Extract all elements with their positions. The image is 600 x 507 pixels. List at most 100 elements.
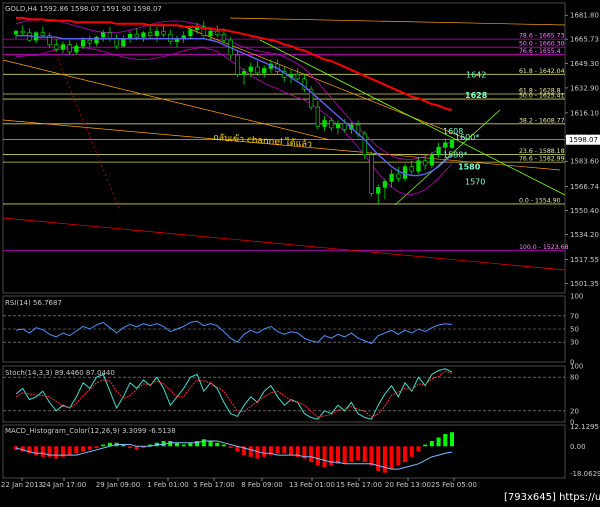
candle-body[interactable] — [255, 66, 260, 74]
candle-body[interactable] — [376, 187, 381, 194]
candle-body[interactable] — [20, 30, 25, 34]
macd-bar — [54, 446, 59, 459]
macd-bar — [134, 446, 139, 450]
candle-body[interactable] — [40, 32, 45, 37]
candle-body[interactable] — [429, 154, 435, 166]
candle-body[interactable] — [443, 142, 448, 148]
stochastic-tick-label: 100 — [570, 363, 583, 371]
candle-body[interactable] — [369, 154, 374, 194]
candles[interactable] — [13, 20, 455, 204]
macd-bar — [208, 441, 213, 447]
fib-level-label: 61.8 - 1642.04 — [519, 68, 565, 75]
candle-body[interactable] — [436, 146, 441, 155]
price-tick-label: 1583.60 — [570, 158, 599, 166]
macd-bar — [349, 446, 354, 463]
macd-bar — [174, 442, 179, 447]
macd-bar — [403, 446, 408, 463]
macd-panel[interactable]: 12.1295 0.00 -18.0629 MACD_Histogram_Color… — [5, 423, 600, 478]
candle-body[interactable] — [74, 45, 79, 53]
macd-bar — [335, 446, 340, 464]
candle-body[interactable] — [329, 120, 334, 129]
fib-level-label: 50.0 - 1660.30 — [519, 41, 565, 48]
price-tick-label: 1632.90 — [570, 84, 599, 92]
stochastic-axis: 10080200 — [570, 363, 583, 427]
candle-body[interactable] — [241, 71, 247, 75]
candle-body[interactable] — [148, 32, 153, 37]
candle-body[interactable] — [342, 123, 347, 130]
price-tick-label: 1665.73 — [570, 36, 599, 44]
candle-body[interactable] — [389, 173, 394, 182]
time-axis: 22 Jan 201324 Jan 17:00 29 Jan 09:00 1 Feb… — [1, 478, 477, 489]
fib-level-label: 76.6 - 1582.99 — [519, 156, 565, 163]
candle-body[interactable] — [168, 33, 173, 42]
candle-body[interactable] — [87, 39, 92, 44]
macd-bar — [228, 446, 233, 449]
candle-body[interactable] — [322, 120, 327, 127]
macd-bar — [275, 446, 280, 454]
candle-body[interactable] — [54, 44, 59, 50]
candle-body[interactable] — [215, 30, 220, 35]
chart-annotation: กลับเข้า channel ได้แล้ว — [213, 132, 313, 150]
candle-body[interactable] — [449, 139, 455, 148]
candle-body[interactable] — [13, 30, 19, 35]
candle-body[interactable] — [409, 166, 414, 172]
stochastic-panel[interactable]: 10080200 Stoch(14,3,3) 89.4460 87.0440 — [3, 363, 583, 427]
candle-body[interactable] — [67, 44, 72, 53]
macd-bar — [215, 442, 220, 447]
level-label: 1588* — [443, 151, 467, 160]
time-tick-label: 22 Jan 2013 — [1, 481, 43, 489]
macd-bar — [443, 434, 448, 447]
macd-bar — [289, 446, 294, 456]
candle-body[interactable] — [416, 160, 421, 172]
candle-body[interactable] — [235, 54, 240, 75]
macd-bar — [221, 444, 226, 447]
candle-body[interactable] — [423, 160, 428, 166]
macd-bar — [282, 446, 287, 454]
rsi-levels — [3, 315, 565, 343]
candle-body[interactable] — [107, 32, 113, 39]
time-tick-label: 24 Jan 17:00 — [42, 481, 86, 489]
rsi-series — [15, 320, 453, 345]
candle-body[interactable] — [315, 106, 320, 127]
candle-body[interactable] — [114, 38, 119, 47]
candle-body[interactable] — [221, 33, 227, 41]
candle-body[interactable] — [295, 74, 300, 80]
candle-body[interactable] — [101, 32, 106, 38]
macd-bar — [423, 444, 428, 447]
candle-body[interactable] — [188, 29, 193, 37]
candle-body[interactable] — [121, 38, 126, 47]
candle-body[interactable] — [402, 166, 408, 179]
rsi-axis: 1007050300 — [570, 293, 583, 367]
time-tick-label: 25 Feb 05:00 — [431, 481, 477, 489]
macd-title: MACD_Histogram_Color(12,26,9) 3.3099 -6.… — [5, 427, 176, 435]
candle-body[interactable] — [335, 123, 341, 129]
candle-body[interactable] — [362, 133, 367, 155]
candle-body[interactable] — [134, 33, 139, 38]
rsi-panel[interactable]: 1007050300 RSI(14) 56.7687 — [3, 293, 583, 367]
macd-bar — [376, 446, 381, 471]
candle-body[interactable] — [382, 181, 388, 188]
level-label: 1570 — [465, 177, 485, 186]
trend-channel-bottom — [2, 217, 566, 271]
candle-body[interactable] — [262, 68, 267, 74]
macd-bar — [262, 446, 267, 457]
candle-body[interactable] — [248, 66, 253, 72]
candle-body[interactable] — [154, 30, 160, 37]
candle-body[interactable] — [141, 32, 146, 38]
candle-body[interactable] — [60, 44, 66, 50]
stochastic-tick-label: 80 — [570, 374, 579, 382]
fib-level-label: 50.0 - 1625.41 — [519, 93, 565, 100]
stochastic-title: Stoch(14,3,3) 89.4460 87.0440 — [5, 369, 115, 377]
candle-body[interactable] — [80, 39, 86, 47]
level-label: 1628 — [465, 91, 488, 100]
candle-body[interactable] — [161, 30, 166, 35]
candle-body[interactable] — [208, 30, 213, 37]
time-tick-label: 5 Feb 17:00 — [193, 481, 234, 489]
fib-level-label: 100.0 - 1523.68 — [519, 244, 569, 251]
price-panel[interactable]: 78.6 - 1665.7350.0 - 1660.3076.6 - 1655.… — [2, 5, 600, 288]
stochastic-signal-series — [15, 370, 453, 418]
candle-body[interactable] — [396, 173, 401, 179]
rsi-line — [15, 320, 453, 345]
macd-bar — [94, 446, 99, 449]
macd-bar — [362, 446, 367, 463]
